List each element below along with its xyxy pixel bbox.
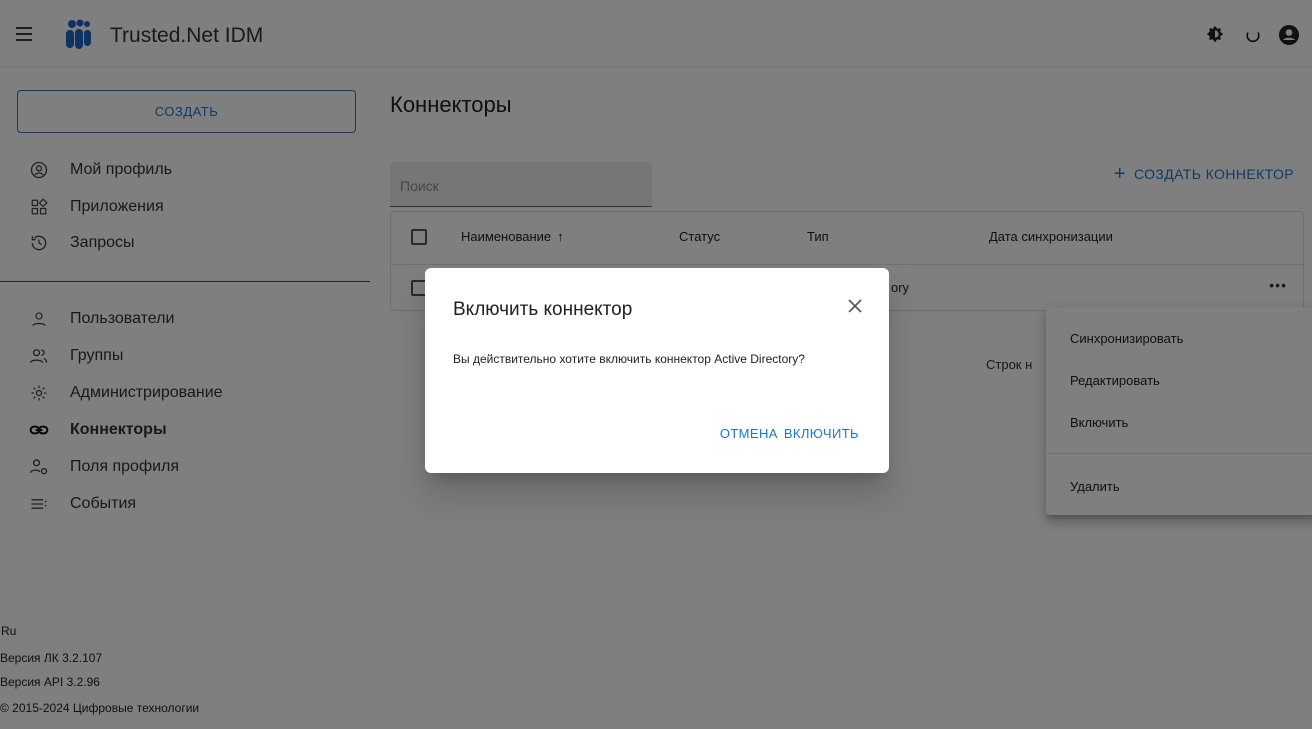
close-icon[interactable] [843, 294, 867, 318]
enable-button[interactable]: ВКЛЮЧИТЬ [784, 426, 859, 441]
dialog-message: Вы действительно хотите включить коннект… [453, 352, 805, 366]
dialog-actions: ОТМЕНА ВКЛЮЧИТЬ [720, 426, 859, 441]
enable-connector-dialog: Включить коннектор Вы действительно хоти… [425, 268, 889, 473]
dialog-title: Включить коннектор [453, 299, 633, 320]
cancel-button[interactable]: ОТМЕНА [720, 426, 778, 441]
